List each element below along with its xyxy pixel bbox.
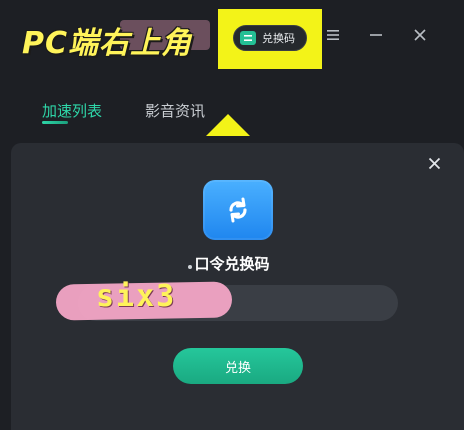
dialog-title: 口令兑换码 xyxy=(194,255,270,273)
redeem-logo-icon xyxy=(203,180,273,240)
app-window: PC端右上角 兑换码 加速列表 影音资讯 口令兑换码 six3 兑换 xyxy=(0,0,464,430)
pointer-arrow xyxy=(206,114,250,136)
redeem-code-label: 兑换码 xyxy=(262,32,295,45)
active-tab-indicator xyxy=(42,121,68,124)
ticket-icon xyxy=(240,31,256,45)
minimize-icon[interactable] xyxy=(369,27,383,47)
close-icon[interactable] xyxy=(413,27,427,47)
dialog-close-icon[interactable] xyxy=(428,156,441,174)
tab-media-news[interactable]: 影音资讯 xyxy=(145,100,205,121)
watermark-text: six3 xyxy=(96,279,177,314)
tab-accel-list[interactable]: 加速列表 xyxy=(42,100,102,121)
menu-icon[interactable] xyxy=(326,27,340,47)
redeem-submit-button[interactable]: 兑换 xyxy=(173,348,303,384)
redeem-code-button[interactable]: 兑换码 xyxy=(233,25,307,51)
annotation-caption: PC端右上角 xyxy=(22,26,193,61)
